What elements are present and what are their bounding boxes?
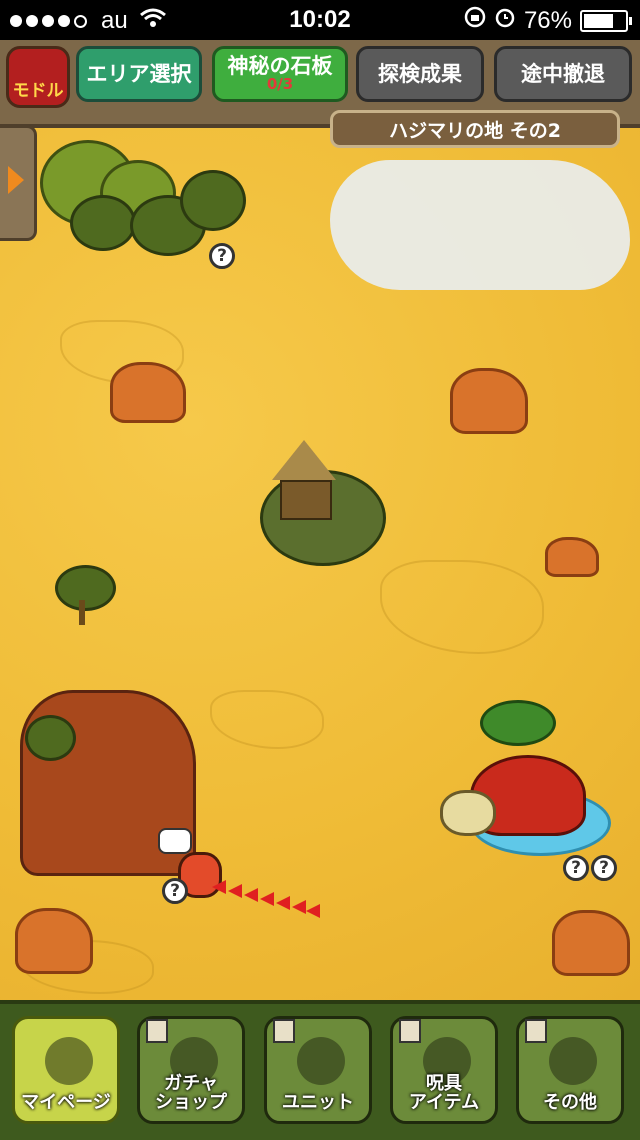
rock-mound xyxy=(545,537,599,577)
nav-label: 呪具 アイテム xyxy=(408,1073,480,1114)
retreat-button[interactable]: 途中撤退 xyxy=(494,46,632,102)
alarm-icon xyxy=(494,6,516,35)
forest-tree xyxy=(180,170,246,231)
mystic-tablet-label: 神秘の石板 xyxy=(227,54,333,79)
area-select-button[interactable]: エリア選択 xyxy=(76,46,202,102)
giant-turtle-head[interactable] xyxy=(440,790,496,836)
nav-label: その他 xyxy=(543,1092,597,1114)
battery-percent: 76% xyxy=(523,6,572,34)
path-arrow-icon xyxy=(244,888,258,902)
nav-label: ユニット xyxy=(282,1092,354,1114)
rock-mound xyxy=(552,910,630,976)
battery-fill xyxy=(584,13,613,28)
forest-tree xyxy=(70,195,136,251)
area-name-label: ハジマリの地 その2 xyxy=(330,110,620,148)
ground-crack xyxy=(380,560,544,654)
path-arrow-icon xyxy=(260,892,274,906)
hut-wall xyxy=(280,480,332,520)
palm-tree xyxy=(480,700,556,746)
list-icon xyxy=(273,1019,295,1043)
unknown-spot-marker[interactable]: ? xyxy=(563,855,589,881)
path-arrow-icon xyxy=(212,880,226,894)
battery-icon xyxy=(580,9,632,32)
small-tree-trunk xyxy=(79,600,85,625)
nav-items[interactable]: 呪具 アイテム xyxy=(390,1016,498,1124)
ground-crack xyxy=(210,690,324,749)
nav-unit[interactable]: ユニット xyxy=(264,1016,372,1124)
mesa-tree xyxy=(25,715,76,761)
list-icon xyxy=(399,1019,421,1043)
rotation-lock-icon xyxy=(464,6,486,35)
path-arrow-icon xyxy=(306,904,320,918)
monster-face-icon xyxy=(297,1037,345,1085)
hut-roof xyxy=(272,440,336,480)
rock-mound xyxy=(15,908,93,974)
exploration-results-button[interactable]: 探検成果 xyxy=(356,46,484,102)
mystic-tablet-button[interactable]: 神秘の石板 0/3 xyxy=(212,46,348,102)
nav-gacha-shop[interactable]: ガチャ ショップ xyxy=(137,1016,245,1124)
side-panel-toggle[interactable] xyxy=(0,125,37,241)
fog-cloud xyxy=(330,160,630,290)
path-arrow-icon xyxy=(228,884,242,898)
unknown-spot-marker[interactable]: ? xyxy=(162,878,188,904)
path-arrow-icon xyxy=(276,896,290,910)
list-icon xyxy=(525,1019,547,1043)
rock-mound xyxy=(450,368,528,434)
nav-other[interactable]: その他 xyxy=(516,1016,624,1124)
nav-my-page[interactable]: マイページ xyxy=(12,1016,120,1124)
nav-label: ガチャ ショップ xyxy=(155,1073,227,1114)
rock-mound xyxy=(110,362,186,423)
nav-label: マイページ xyxy=(21,1092,111,1114)
path-arrow-icon xyxy=(292,900,306,914)
list-icon xyxy=(146,1019,168,1043)
status-right: 76% xyxy=(464,6,632,35)
small-tree xyxy=(55,565,116,611)
unknown-spot-marker[interactable]: ? xyxy=(591,855,617,881)
unknown-spot-marker[interactable]: ? xyxy=(209,243,235,269)
mystic-tablet-count: 0/3 xyxy=(266,75,294,94)
status-bar: au 10:02 76% xyxy=(0,0,640,40)
exclamation-icon xyxy=(549,1037,597,1085)
speech-bubble-icon xyxy=(158,828,192,854)
house-icon xyxy=(45,1037,93,1085)
village-hut[interactable] xyxy=(240,440,400,570)
back-button[interactable]: モドル xyxy=(6,46,70,108)
